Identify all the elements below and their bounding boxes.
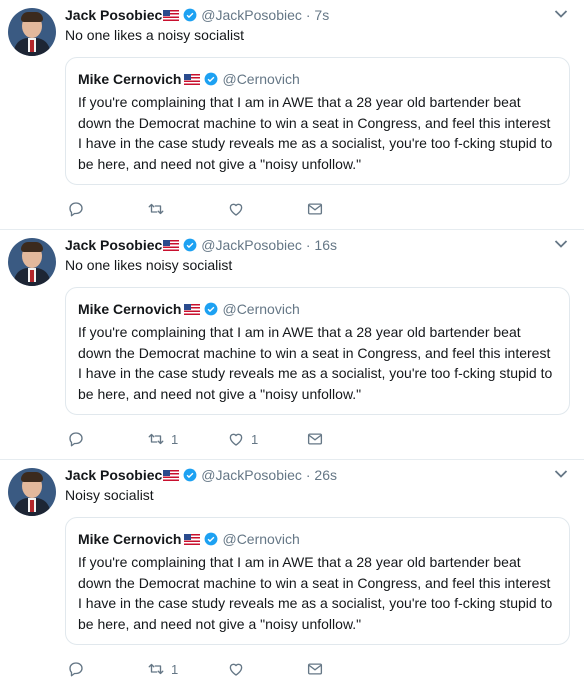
avatar[interactable] [8,238,56,286]
tweet-actions [65,198,335,220]
us-flag-icon [184,303,201,315]
chevron-down-icon[interactable] [554,469,568,479]
author-handle[interactable]: @JackPosobiec [201,237,302,253]
heart-icon [229,663,243,676]
verified-badge-icon [183,238,197,252]
tweet[interactable]: Jack Posobiec @JackPosobiec · 26s Noisy … [0,460,584,684]
reply-icon [69,202,83,217]
us-flag-icon [163,469,180,481]
tweet-header: Jack Posobiec @JackPosobiec · 16s [65,235,554,255]
tweet[interactable]: Jack Posobiec @JackPosobiec · 7s No one … [0,0,584,230]
verified-badge-icon [205,302,218,316]
heart-icon [229,433,243,446]
verified-badge-icon [183,8,197,22]
quoted-tweet-text: If you're complaining that I am in AWE t… [78,324,553,402]
tweet-actions: 1 [65,658,335,680]
heart-icon [229,203,243,216]
tweet-text: Noisy socialist [65,487,154,503]
quoted-tweet[interactable]: Mike Cernovich @Cernovich If you're comp… [65,57,570,185]
retweet-button[interactable]: 1 [147,428,178,450]
reply-icon [69,662,83,677]
like-button[interactable]: 1 [227,428,258,450]
direct-message-button[interactable] [306,198,324,220]
retweet-icon [148,203,164,215]
like-button[interactable] [227,658,251,680]
chevron-down-icon[interactable] [554,9,568,19]
tweet-actions: 1 1 [65,428,335,450]
chevron-down-icon[interactable] [554,239,568,249]
quoted-tweet-text: If you're complaining that I am in AWE t… [78,94,553,172]
reply-icon [69,432,83,447]
quoted-tweet[interactable]: Mike Cernovich @Cernovich If you're comp… [65,287,570,415]
us-flag-icon [184,73,201,85]
avatar[interactable] [8,468,56,516]
avatar[interactable] [8,8,56,56]
author-name[interactable]: Jack Posobiec [65,467,162,483]
verified-badge-icon [205,72,218,86]
retweet-button[interactable]: 1 [147,658,178,680]
quoted-author-handle: @Cernovich [222,301,300,317]
us-flag-icon [184,533,201,545]
timestamp[interactable]: · 16s [306,237,337,253]
verified-badge-icon [205,532,218,546]
envelope-icon [307,663,323,675]
quoted-tweet-header: Mike Cernovich @Cernovich [78,68,557,90]
like-button[interactable] [227,198,251,220]
tweet-header: Jack Posobiec @JackPosobiec · 26s [65,465,554,485]
reply-button[interactable] [67,198,85,220]
tweet-header: Jack Posobiec @JackPosobiec · 7s [65,5,554,25]
author-handle[interactable]: @JackPosobiec [201,467,302,483]
verified-badge-icon [183,468,197,482]
us-flag-icon [163,239,180,251]
timeline: Jack Posobiec @JackPosobiec · 7s No one … [0,0,584,684]
tweet[interactable]: Jack Posobiec @JackPosobiec · 16s No one… [0,230,584,460]
retweet-icon [148,433,164,445]
envelope-icon [307,433,323,445]
envelope-icon [307,203,323,215]
quoted-tweet-header: Mike Cernovich @Cernovich [78,528,557,550]
quoted-author-handle: @Cernovich [222,71,300,87]
tweet-text: No one likes a noisy socialist [65,27,244,43]
quoted-author-handle: @Cernovich [222,531,300,547]
author-name[interactable]: Jack Posobiec [65,7,162,23]
retweet-count: 1 [171,431,179,447]
author-name[interactable]: Jack Posobiec [65,237,162,253]
like-count: 1 [251,431,259,447]
reply-button[interactable] [67,428,85,450]
retweet-icon [148,663,164,675]
quoted-tweet-text: If you're complaining that I am in AWE t… [78,554,553,632]
quoted-tweet-header: Mike Cernovich @Cernovich [78,298,557,320]
author-handle[interactable]: @JackPosobiec [201,7,302,23]
direct-message-button[interactable] [306,428,324,450]
tweet-text: No one likes noisy socialist [65,257,233,273]
quoted-author-name: Mike Cernovich [78,301,182,317]
retweet-button[interactable] [147,198,171,220]
us-flag-icon [163,9,180,21]
timestamp[interactable]: · 7s [306,7,329,23]
reply-button[interactable] [67,658,85,680]
timestamp[interactable]: · 26s [306,467,337,483]
direct-message-button[interactable] [306,658,324,680]
quoted-author-name: Mike Cernovich [78,531,182,547]
retweet-count: 1 [171,661,179,677]
quoted-author-name: Mike Cernovich [78,71,182,87]
quoted-tweet[interactable]: Mike Cernovich @Cernovich If you're comp… [65,517,570,645]
